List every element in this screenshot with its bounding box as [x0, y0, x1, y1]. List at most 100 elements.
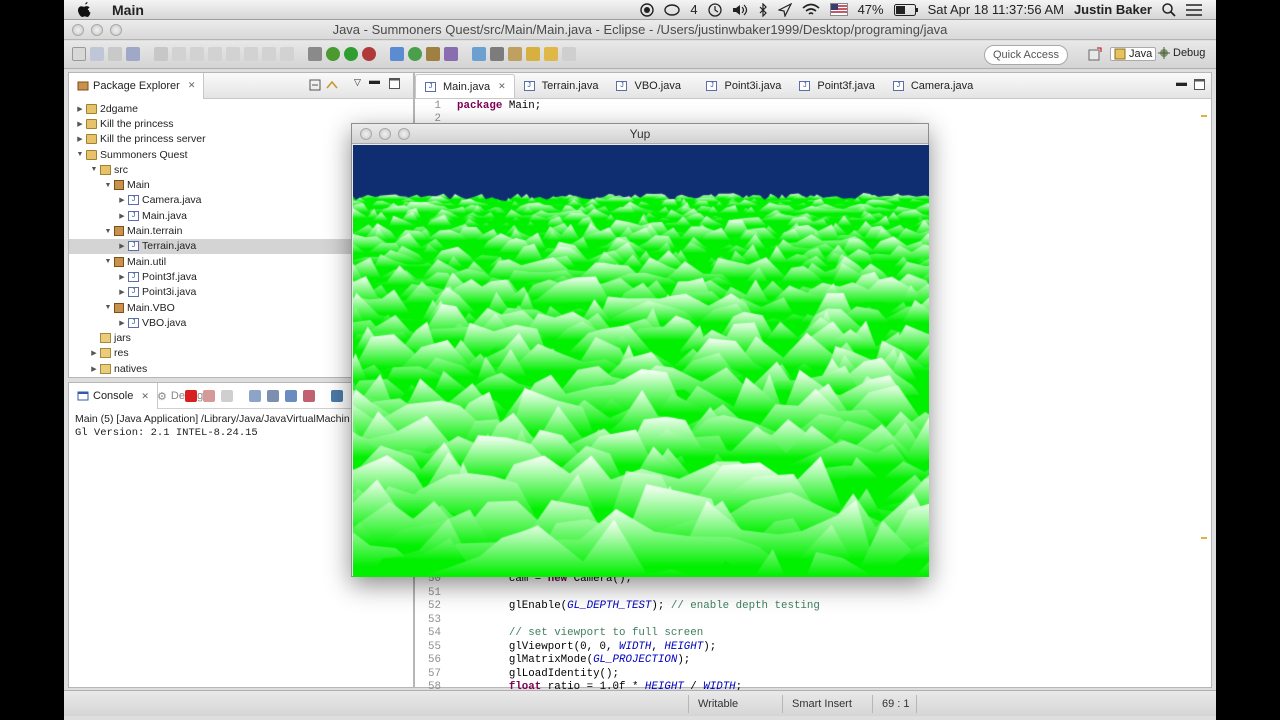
disconnect-icon[interactable] — [226, 47, 240, 61]
quick-access-input[interactable]: Quick Access — [984, 45, 1068, 65]
scroll-lock-icon[interactable] — [267, 390, 279, 402]
code-line[interactable]: 51 — [415, 587, 457, 601]
yup-game-window[interactable]: Yup — [351, 123, 929, 577]
terminate-icon[interactable] — [208, 47, 222, 61]
code-line[interactable]: 53 — [415, 614, 457, 628]
forward-icon[interactable] — [562, 47, 576, 61]
close-console-tab-icon[interactable]: ✕ — [141, 391, 149, 402]
yup-close-button[interactable] — [360, 128, 372, 140]
clear-console-icon[interactable] — [249, 390, 261, 402]
save-icon[interactable] — [90, 47, 104, 61]
location-icon[interactable] — [777, 2, 792, 17]
close-window-button[interactable] — [72, 24, 84, 36]
remove-all-icon[interactable] — [221, 390, 233, 402]
apple-menu-icon[interactable] — [78, 2, 98, 17]
code-line[interactable]: 55 glViewport(0, 0, WIDTH, HEIGHT); — [415, 641, 716, 655]
collapsed-arrow-icon[interactable]: ▶ — [89, 365, 99, 373]
expanded-arrow-icon[interactable]: ▼ — [103, 182, 113, 189]
volume-icon[interactable] — [732, 3, 748, 17]
view-menu-icon[interactable]: ▽ — [354, 77, 361, 88]
new-icon[interactable] — [72, 47, 86, 61]
collapsed-arrow-icon[interactable]: ▶ — [75, 135, 85, 143]
editor-tab[interactable]: J Point3f.java — [790, 74, 883, 98]
editor-tab[interactable]: J Terrain.java — [515, 74, 608, 98]
user-name[interactable]: Justin Baker — [1074, 2, 1152, 17]
resume-icon[interactable] — [172, 47, 186, 61]
collapsed-arrow-icon[interactable]: ▶ — [75, 120, 85, 128]
new-java-project-icon[interactable] — [390, 47, 404, 61]
collapse-all-icon[interactable] — [309, 79, 321, 94]
maximize-view-icon[interactable] — [389, 78, 400, 92]
step-return-icon[interactable] — [280, 47, 294, 61]
bluetooth-icon[interactable] — [758, 2, 768, 17]
expanded-arrow-icon[interactable]: ▼ — [75, 151, 85, 158]
yup-window-titlebar[interactable]: Yup — [352, 124, 928, 144]
collapsed-arrow-icon[interactable]: ▶ — [117, 196, 127, 204]
toggle-mark-icon[interactable] — [490, 47, 504, 61]
tab-package-explorer[interactable]: Package Explorer ✕ — [69, 72, 205, 99]
remove-launch-icon[interactable] — [203, 390, 215, 402]
pin-console-icon[interactable] — [285, 390, 297, 402]
back-icon[interactable] — [544, 47, 558, 61]
tab-console[interactable]: Console ✕ — [69, 383, 158, 409]
expanded-arrow-icon[interactable]: ▼ — [103, 258, 113, 265]
skip-breakpoints-icon[interactable] — [154, 47, 168, 61]
minimize-view-icon[interactable]: ▬ — [369, 75, 380, 87]
overview-marker[interactable] — [1201, 537, 1207, 539]
expanded-arrow-icon[interactable]: ▼ — [89, 166, 99, 173]
code-line[interactable]: 56 glMatrixMode(GL_PROJECTION); — [415, 654, 690, 668]
yup-minimize-button[interactable] — [379, 128, 391, 140]
step-into-icon[interactable] — [244, 47, 258, 61]
terrain-render-canvas[interactable] — [353, 145, 929, 577]
zoom-window-button[interactable] — [110, 24, 122, 36]
editor-tab[interactable]: J VBO.java — [607, 74, 697, 98]
code-line[interactable]: 57 glLoadIdentity(); — [415, 668, 619, 682]
save-all-icon[interactable] — [108, 47, 122, 61]
new-class-icon[interactable] — [408, 47, 422, 61]
overview-marker[interactable] — [1201, 115, 1207, 117]
debug-perspective-button[interactable]: Debug — [1158, 47, 1205, 59]
time-machine-icon[interactable] — [707, 2, 722, 17]
collapsed-arrow-icon[interactable]: ▶ — [117, 242, 127, 250]
coverage-icon[interactable] — [362, 47, 376, 61]
code-line[interactable]: 1 package Main; — [415, 100, 542, 114]
open-perspective-icon[interactable] — [1088, 47, 1102, 61]
maximize-editor-icon[interactable] — [1194, 79, 1205, 93]
run-icon[interactable] — [344, 47, 358, 61]
clock[interactable]: Sat Apr 18 11:37:56 AM — [928, 2, 1064, 17]
code-line[interactable]: 52 glEnable(GL_DEPTH_TEST); // enable de… — [415, 600, 820, 614]
step-over-icon[interactable] — [262, 47, 276, 61]
display-console-icon[interactable] — [303, 390, 315, 402]
java-perspective-button[interactable]: Java — [1110, 47, 1157, 61]
collapsed-arrow-icon[interactable]: ▶ — [117, 212, 127, 220]
expanded-arrow-icon[interactable]: ▼ — [103, 228, 113, 235]
collapsed-arrow-icon[interactable]: ▶ — [89, 349, 99, 357]
expanded-arrow-icon[interactable]: ▼ — [103, 304, 113, 311]
minimize-window-button[interactable] — [91, 24, 103, 36]
collapsed-arrow-icon[interactable]: ▶ — [117, 319, 127, 327]
suspend-icon[interactable] — [190, 47, 204, 61]
flag-icon[interactable] — [829, 3, 848, 16]
creative-cloud-icon[interactable] — [664, 3, 681, 16]
notification-center-icon[interactable] — [1186, 3, 1202, 16]
battery-icon[interactable] — [893, 3, 918, 16]
editor-tab[interactable]: J Camera.java — [884, 74, 982, 98]
collapsed-arrow-icon[interactable]: ▶ — [117, 273, 127, 281]
active-app-name[interactable]: Main — [112, 2, 144, 18]
editor-tab[interactable]: J Point3i.java — [697, 74, 790, 98]
open-type-icon[interactable] — [444, 47, 458, 61]
debug-icon[interactable] — [326, 47, 340, 61]
code-line[interactable]: 54 // set viewport to full screen — [415, 627, 703, 641]
external-tools-icon[interactable] — [308, 47, 322, 61]
annotation-icon[interactable] — [508, 47, 522, 61]
search-icon[interactable] — [472, 47, 486, 61]
collapsed-arrow-icon[interactable]: ▶ — [75, 105, 85, 113]
terminate-process-icon[interactable] — [185, 390, 197, 402]
link-with-editor-icon[interactable] — [325, 79, 339, 94]
spotlight-search-icon[interactable] — [1162, 2, 1176, 17]
close-tab-icon[interactable]: ✕ — [188, 80, 196, 91]
open-console-icon[interactable] — [331, 390, 343, 402]
yup-zoom-button[interactable] — [398, 128, 410, 140]
editor-tab[interactable]: J Main.java ✕ — [415, 74, 515, 98]
collapsed-arrow-icon[interactable]: ▶ — [117, 288, 127, 296]
